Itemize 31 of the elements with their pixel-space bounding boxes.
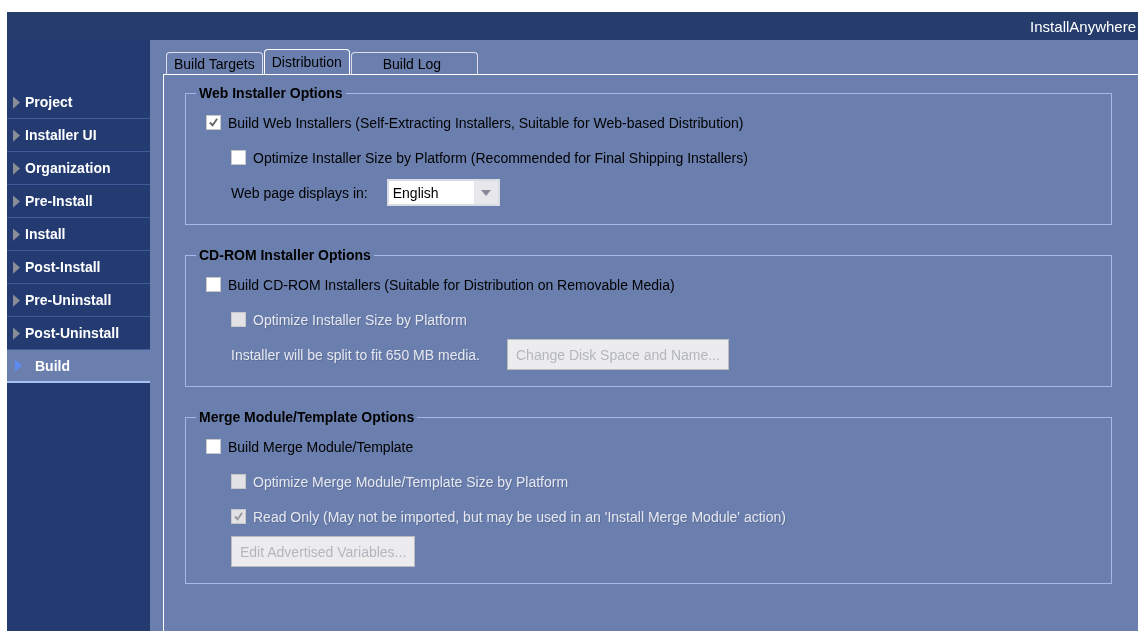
field-label: Web page displays in: xyxy=(231,184,368,201)
language-dropdown[interactable]: English xyxy=(386,179,500,206)
tab[interactable]: Build Log xyxy=(350,52,479,74)
checkbox-label: Optimize Installer Size by Platform xyxy=(253,311,467,328)
triangle-icon xyxy=(13,260,20,274)
info-text: Installer will be split to fit 650 MB media. xyxy=(231,346,480,363)
checkbox-label: Build CD-ROM Installers (Suitable for Distribution on Removable Media) xyxy=(228,276,675,293)
checkbox-label: Build Web Installers (Self-Extracting Installers, Suitable for Web-based Distribution) xyxy=(228,114,744,131)
triangle-icon xyxy=(13,326,20,340)
triangle-icon xyxy=(13,227,20,241)
triangle-icon xyxy=(13,194,20,208)
triangle-icon xyxy=(13,293,20,307)
checkbox-label: Read Only (May not be imported, but may be used in an 'Install Merge Module' action) xyxy=(253,508,786,525)
brand-name: InstallAnywhere xyxy=(1030,17,1136,35)
group-title: CD-ROM Installer Options xyxy=(198,247,372,263)
checkbox-label: Build Merge Module/Template xyxy=(228,438,414,455)
checkbox[interactable] xyxy=(206,277,221,292)
tab[interactable]: Build Targets xyxy=(166,52,263,74)
group-title: Web Installer Options xyxy=(198,85,344,101)
checkbox-label: Optimize Installer Size by Platform (Recommended for Final Shipping Installers) xyxy=(253,149,748,166)
checkbox-label: Optimize Merge Module/Template Size by Platform xyxy=(253,473,569,490)
triangle-icon xyxy=(13,161,20,175)
checkbox[interactable] xyxy=(206,439,221,454)
triangle-icon xyxy=(15,359,22,372)
triangle-icon xyxy=(13,128,20,142)
tab[interactable]: Distribution xyxy=(263,49,350,74)
group-title: Merge Module/Template Options xyxy=(198,409,416,425)
sidebar-item[interactable]: Build xyxy=(7,350,150,383)
checkbox[interactable] xyxy=(231,150,246,165)
checkbox[interactable] xyxy=(206,115,221,130)
triangle-icon xyxy=(13,95,20,109)
